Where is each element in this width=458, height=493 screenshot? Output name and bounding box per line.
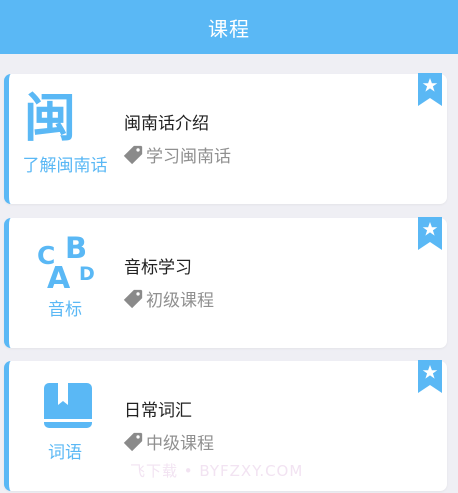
course-title: 闽南话介绍: [124, 114, 209, 134]
course-tag-label: 学习闽南话: [146, 147, 231, 167]
course-tag: 初级课程: [122, 286, 214, 311]
course-category-label: 词语: [48, 443, 82, 463]
svg-text:A: A: [47, 261, 71, 290]
tag-icon: [123, 145, 143, 164]
abcd-letters-icon: C B A D: [37, 232, 95, 290]
course-title: 音标学习: [124, 258, 192, 278]
course-card-phonetics[interactable]: C B A D 音标 音标学习 初级课程: [4, 217, 447, 348]
tag-icon: [123, 432, 143, 451]
course-tag: 中级课程: [122, 429, 214, 454]
course-tag-label: 中级课程: [146, 434, 214, 454]
tag-icon: [123, 289, 143, 308]
book-icon: [44, 383, 92, 428]
svg-text:D: D: [79, 263, 95, 285]
app-header: 课程: [0, 0, 458, 54]
course-category-label: 了解闽南话: [22, 156, 108, 176]
min-character-icon: 闽: [23, 89, 76, 149]
page-title: 课程: [208, 16, 250, 41]
course-card-minnan-intro[interactable]: 闽 了解闽南话 闽南话介绍 学习闽南话: [4, 73, 447, 204]
watermark: 飞下载 • BYFZXY.COM: [130, 462, 304, 480]
course-tag: 学习闽南话: [122, 142, 231, 167]
bookmark-star-icon[interactable]: [418, 217, 442, 250]
bookmark-star-icon[interactable]: [418, 73, 442, 106]
course-title: 日常词汇: [124, 401, 192, 421]
course-tag-label: 初级课程: [146, 291, 214, 311]
bookmark-star-icon[interactable]: [418, 360, 442, 393]
course-category-label: 音标: [48, 300, 82, 320]
